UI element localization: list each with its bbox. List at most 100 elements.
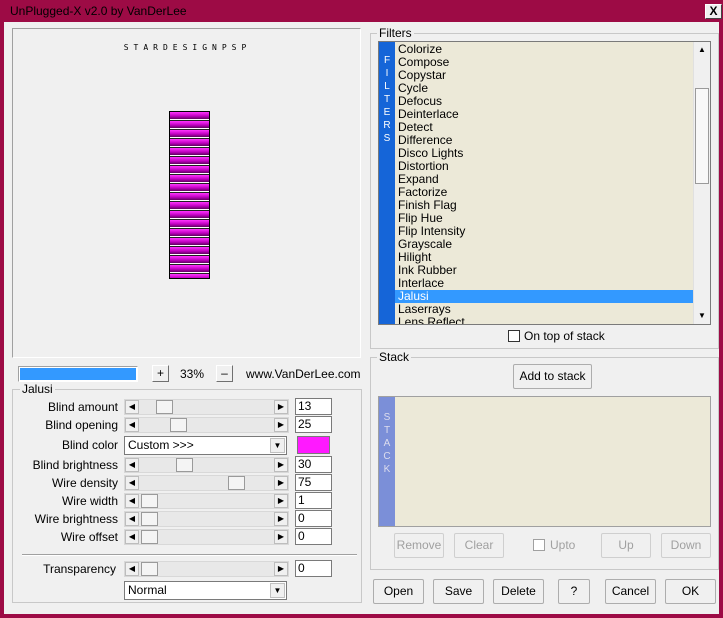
on-top-checkbox[interactable]	[508, 330, 520, 342]
param-value[interactable]: 25	[295, 416, 332, 433]
arrow-left-icon[interactable]: ◀	[125, 494, 139, 508]
side-letter: C	[383, 451, 391, 462]
scroll-thumb[interactable]	[695, 88, 709, 184]
website-link[interactable]: www.VanDerLee.com	[246, 366, 361, 382]
param-label: Wire brightness	[34, 512, 118, 526]
filters-list-frame: FILTERS Colorize Compose Copystar Cycle Defo…	[378, 41, 711, 325]
param-slider[interactable]: ◀ ▶	[124, 399, 289, 415]
arrow-right-icon[interactable]: ▶	[274, 512, 288, 526]
jalusi-group-label: Jalusi	[20, 382, 55, 396]
arrow-left-icon[interactable]: ◀	[125, 530, 139, 544]
filter-item[interactable]: Interlace	[395, 277, 693, 290]
transparency-label: Transparency	[43, 562, 116, 576]
zoom-level: 33%	[179, 367, 205, 381]
filters-list[interactable]: Colorize Compose Copystar Cycle Defocus Deint…	[395, 43, 693, 324]
remove-button[interactable]: Remove	[394, 533, 444, 558]
slider-thumb[interactable]	[176, 458, 193, 472]
side-letter: E	[383, 107, 391, 118]
open-button[interactable]: Open	[373, 579, 424, 604]
arrow-right-icon[interactable]: ▶	[274, 530, 288, 544]
filters-scrollbar[interactable]: ▲ ▼	[693, 42, 710, 324]
down-button[interactable]: Down	[661, 533, 711, 558]
arrow-right-icon[interactable]: ▶	[274, 476, 288, 490]
clear-button[interactable]: Clear	[454, 533, 504, 558]
slider-thumb[interactable]	[141, 530, 158, 544]
arrow-left-icon[interactable]: ◀	[125, 400, 139, 414]
filter-item[interactable]: Deinterlace	[395, 108, 693, 121]
filter-item[interactable]: Lens Reflect	[395, 316, 693, 325]
chevron-down-icon: ▼	[270, 438, 285, 453]
blind-color-label: Blind color	[61, 438, 118, 452]
arrow-left-icon[interactable]: ◀	[125, 476, 139, 490]
slider-thumb[interactable]	[228, 476, 245, 490]
stack-list-frame[interactable]: STACK	[378, 396, 711, 527]
filters-side-label: FILTERS	[379, 42, 395, 324]
title-bar[interactable]: UnPlugged-X v2.0 by VanDerLee X	[4, 0, 723, 22]
delete-button[interactable]: Delete	[493, 579, 544, 604]
param-slider[interactable]: ◀ ▶	[124, 457, 289, 473]
slider-thumb[interactable]	[141, 562, 158, 576]
side-letter: A	[383, 438, 391, 449]
help-button[interactable]: ?	[558, 579, 590, 604]
slider-thumb[interactable]	[156, 400, 173, 414]
param-slider[interactable]: ◀ ▶	[124, 417, 289, 433]
slider-thumb[interactable]	[141, 494, 158, 508]
ok-button[interactable]: OK	[665, 579, 716, 604]
scroll-down-icon[interactable]: ▼	[694, 308, 710, 324]
arrow-right-icon[interactable]: ▶	[274, 494, 288, 508]
separator	[22, 554, 357, 556]
stack-group-label: Stack	[377, 350, 412, 364]
upto-label: Upto	[550, 538, 576, 552]
filter-item[interactable]: Copystar	[395, 69, 693, 82]
progress-bar	[18, 366, 138, 382]
param-label: Blind amount	[47, 400, 118, 414]
arrow-right-icon[interactable]: ▶	[274, 458, 288, 472]
param-label: Wire density	[51, 476, 118, 490]
param-value[interactable]: 1	[295, 492, 332, 509]
arrow-right-icon[interactable]: ▶	[274, 562, 288, 576]
blend-mode-dropdown[interactable]: Normal ▼	[124, 581, 287, 600]
scroll-up-icon[interactable]: ▲	[694, 42, 710, 58]
param-slider[interactable]: ◀ ▶	[124, 493, 289, 509]
blind-color-swatch[interactable]	[297, 436, 330, 454]
side-letter: I	[385, 68, 389, 79]
up-button[interactable]: Up	[601, 533, 651, 558]
save-button[interactable]: Save	[433, 579, 484, 604]
slider-thumb[interactable]	[141, 512, 158, 526]
param-value[interactable]: 0	[295, 528, 332, 545]
side-letter: K	[383, 464, 391, 475]
zoom-out-button[interactable]: –	[216, 365, 233, 382]
param-value[interactable]: 75	[295, 474, 332, 491]
upto-checkbox[interactable]	[533, 539, 545, 551]
param-slider[interactable]: ◀ ▶	[124, 475, 289, 491]
arrow-right-icon[interactable]: ▶	[274, 418, 288, 432]
filters-group-label: Filters	[377, 26, 414, 40]
arrow-left-icon[interactable]: ◀	[125, 562, 139, 576]
zoom-in-button[interactable]: +	[152, 365, 169, 382]
slider-thumb[interactable]	[170, 418, 187, 432]
cancel-button[interactable]: Cancel	[605, 579, 656, 604]
side-letter: F	[383, 55, 391, 66]
param-slider[interactable]: ◀ ▶	[124, 511, 289, 527]
preview-watermark: STARDESIGNPSP	[123, 43, 252, 52]
close-button[interactable]: X	[705, 4, 722, 19]
param-value[interactable]: 30	[295, 456, 332, 473]
param-value[interactable]: 0	[295, 510, 332, 527]
arrow-left-icon[interactable]: ◀	[125, 512, 139, 526]
param-label: Blind brightness	[32, 458, 118, 472]
side-letter: S	[383, 412, 391, 423]
add-to-stack-button[interactable]: Add to stack	[513, 364, 592, 389]
param-label: Wire offset	[60, 530, 118, 544]
blind-color-dropdown[interactable]: Custom >>> ▼	[124, 436, 287, 455]
filter-item[interactable]: Distortion	[395, 160, 693, 173]
transparency-slider[interactable]: ◀ ▶	[124, 561, 289, 577]
param-slider[interactable]: ◀ ▶	[124, 529, 289, 545]
param-value[interactable]: 13	[295, 398, 332, 415]
arrow-right-icon[interactable]: ▶	[274, 400, 288, 414]
arrow-left-icon[interactable]: ◀	[125, 458, 139, 472]
transparency-value[interactable]: 0	[295, 560, 332, 577]
preview-panel[interactable]: STARDESIGNPSP	[12, 28, 361, 358]
filter-item[interactable]: Grayscale	[395, 238, 693, 251]
progress-fill	[20, 368, 136, 380]
arrow-left-icon[interactable]: ◀	[125, 418, 139, 432]
